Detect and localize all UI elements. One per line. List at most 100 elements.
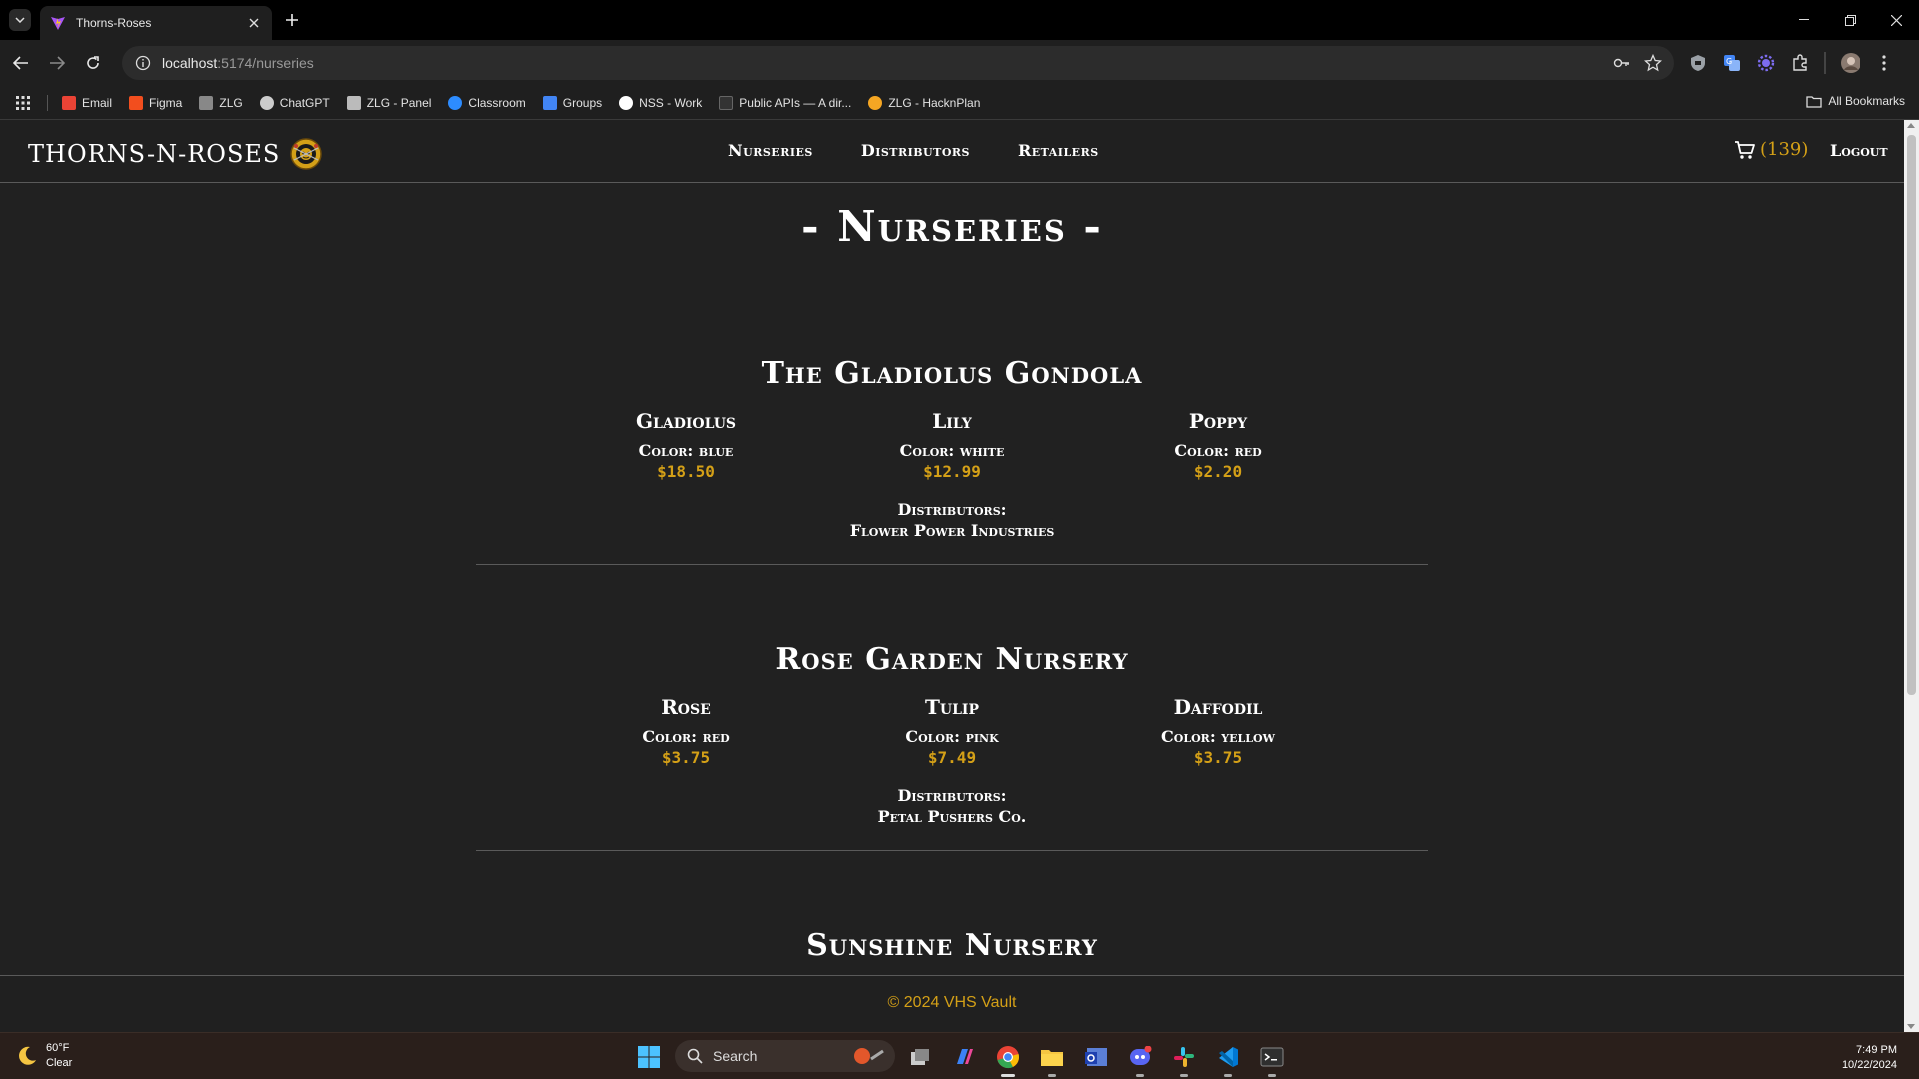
flower-name: Tulip <box>924 695 979 719</box>
search-highlight-icon <box>854 1048 884 1064</box>
bookmark-chatgpt[interactable]: ChatGPT <box>259 95 330 110</box>
bookmark-zlg-panel[interactable]: ZLG - Panel <box>346 95 431 110</box>
tab-list-button[interactable] <box>9 9 31 31</box>
folder-icon <box>1806 95 1822 108</box>
vscode-icon[interactable] <box>1212 1041 1244 1077</box>
bookmark-label: Classroom <box>468 95 526 110</box>
clock-time: 7:49 PM <box>1856 1044 1897 1056</box>
scroll-up-arrow-icon[interactable] <box>1907 123 1915 128</box>
public-apis-icon <box>719 95 734 110</box>
chevron-down-icon <box>15 17 25 23</box>
bookmark-hacknplan[interactable]: ZLG - HacknPlan <box>868 95 981 110</box>
translate-extension-icon[interactable]: G <box>1722 53 1742 73</box>
reload-button[interactable] <box>82 52 104 74</box>
scrollbar-thumb[interactable] <box>1907 135 1916 695</box>
nursery-card: The Gladiolus Gondola Gladiolus Color: b… <box>476 356 1428 565</box>
taskbar-apps <box>904 1041 1288 1077</box>
bookmarks-divider <box>47 94 48 111</box>
bookmark-label: Figma <box>149 95 183 110</box>
flower-color: Color: pink <box>905 727 999 746</box>
browser-tab-active[interactable]: Thorns-Roses <box>40 6 272 40</box>
discord-icon[interactable] <box>1124 1041 1156 1077</box>
nursery-card: Sunshine Nursery <box>476 928 1428 963</box>
chatgpt-icon <box>259 95 274 110</box>
flower-color: Color: red <box>642 727 730 746</box>
bookmark-label: ZLG - HacknPlan <box>888 95 981 110</box>
copilot-icon[interactable] <box>948 1041 980 1073</box>
zlg-icon <box>199 95 214 110</box>
zoom-icon <box>448 95 463 110</box>
svg-text:G: G <box>1726 57 1732 66</box>
taskbar-search[interactable]: Search <box>675 1040 895 1072</box>
logout-link[interactable]: Logout <box>1830 141 1888 160</box>
flower-color: Color: red <box>1174 441 1262 460</box>
tab-close-icon[interactable] <box>246 15 262 31</box>
url-path: :5174/nurseries <box>217 55 314 71</box>
kebab-menu-icon[interactable] <box>1874 53 1894 73</box>
site-info-icon[interactable] <box>134 54 152 72</box>
windows-start-icon[interactable] <box>637 1045 661 1069</box>
nav-retailers[interactable]: Retailers <box>1018 141 1099 160</box>
cart-button[interactable]: (139) <box>1734 139 1808 160</box>
nav-nurseries[interactable]: Nurseries <box>728 141 813 160</box>
bookmark-email[interactable]: Email <box>62 95 113 110</box>
page-viewport: THORNS-N-ROSES Nurseries Distributors Re… <box>0 120 1904 1032</box>
bookmark-label: NSS - Work <box>639 95 703 110</box>
url-host: localhost <box>162 55 218 71</box>
apps-grid-icon[interactable] <box>16 95 30 110</box>
address-bar[interactable]: localhost:5174/nurseries <box>122 46 1674 80</box>
restore-icon <box>1844 14 1856 26</box>
distributors-label: Distributors: <box>897 786 1007 805</box>
toolbar-divider <box>1824 52 1826 74</box>
minimize-button[interactable] <box>1781 0 1827 40</box>
weather-widget[interactable]: 60°F Clear <box>16 1041 72 1071</box>
bookmark-groups[interactable]: Groups <box>542 95 602 110</box>
plus-icon <box>286 14 298 26</box>
bookmark-nss-work[interactable]: NSS - Work <box>619 95 703 110</box>
close-window-button[interactable] <box>1873 0 1919 40</box>
restore-button[interactable] <box>1827 0 1873 40</box>
new-tab-button[interactable] <box>282 10 302 30</box>
tab-title: Thorns-Roses <box>76 16 152 30</box>
brand[interactable]: THORNS-N-ROSES <box>28 138 323 170</box>
all-bookmarks-button[interactable]: All Bookmarks <box>1806 94 1905 108</box>
bookmark-label: Public APIs — A dir... <box>739 95 852 110</box>
site-navbar: THORNS-N-ROSES Nurseries Distributors Re… <box>0 120 1904 183</box>
task-view-icon[interactable] <box>904 1041 936 1073</box>
back-arrow-icon <box>13 56 28 70</box>
bookmark-classroom[interactable]: Classroom <box>448 95 526 110</box>
bookmark-figma[interactable]: Figma <box>129 95 183 110</box>
scroll-down-arrow-icon[interactable] <box>1907 1024 1915 1029</box>
password-key-icon[interactable] <box>1612 54 1630 77</box>
page-title: - Nurseries - <box>801 202 1103 251</box>
outlook-icon[interactable] <box>1080 1041 1112 1073</box>
back-button[interactable] <box>10 52 32 74</box>
flower-name: Poppy <box>1188 409 1248 433</box>
nursery-name: Rose Garden Nursery <box>775 642 1129 677</box>
nav-distributors[interactable]: Distributors <box>861 141 970 160</box>
bookmark-public-apis[interactable]: Public APIs — A dir... <box>719 95 852 110</box>
profile-avatar[interactable] <box>1840 53 1860 73</box>
bookmark-zlg[interactable]: ZLG <box>199 95 243 110</box>
bookmark-label: Email <box>82 95 113 110</box>
puzzle-extensions-icon[interactable] <box>1790 53 1810 73</box>
flower-price: $2.20 <box>1193 462 1243 481</box>
shopping-cart-icon <box>1735 140 1755 159</box>
site-footer: © 2024 VHS Vault <box>0 975 1904 1032</box>
forward-button[interactable] <box>46 52 68 74</box>
bookmark-star-icon[interactable] <box>1643 53 1663 77</box>
shield-extension-icon[interactable] <box>1688 53 1708 73</box>
bookmark-label: ChatGPT <box>279 95 330 110</box>
gmail-icon <box>62 95 76 110</box>
system-clock[interactable]: 7:49 PM 10/22/2024 <box>1842 1043 1897 1073</box>
panel-icon <box>346 95 361 110</box>
terminal-icon[interactable] <box>1256 1041 1288 1077</box>
chrome-icon[interactable] <box>992 1041 1024 1077</box>
file-explorer-icon[interactable] <box>1036 1041 1068 1077</box>
clock-date: 10/22/2024 <box>1841 1059 1897 1071</box>
slack-icon[interactable] <box>1168 1041 1200 1077</box>
gear-extension-icon[interactable] <box>1756 53 1776 73</box>
flower-list: Gladiolus Color: blue $18.50 Lily Color:… <box>476 409 1428 499</box>
moon-icon <box>19 1046 36 1065</box>
page-scrollbar[interactable] <box>1904 120 1919 1032</box>
